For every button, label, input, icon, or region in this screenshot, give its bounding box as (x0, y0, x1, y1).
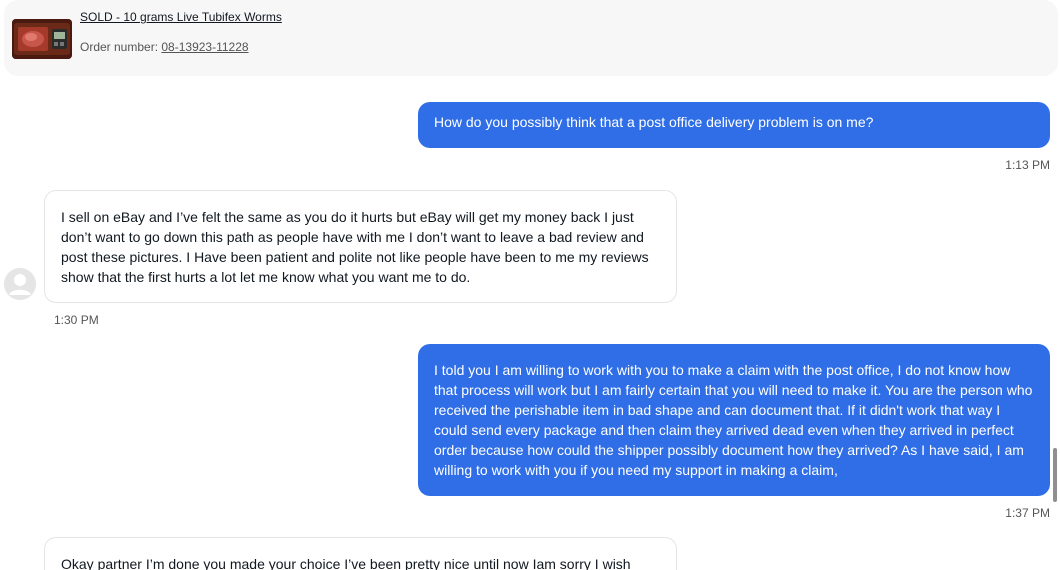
message-text: I told you I am willing to work with you… (434, 362, 1033, 478)
scrollbar-thumb[interactable] (1053, 448, 1057, 502)
message-timestamp: 1:30 PM (54, 313, 99, 327)
order-number-line: Order number: 08-13923-11228 (80, 40, 249, 54)
message-bubble-incoming: Okay partner I’m done you made your choi… (44, 537, 677, 570)
message-bubble-incoming: I sell on eBay and I’ve felt the same as… (44, 190, 677, 303)
message-timestamp: 1:13 PM (1005, 158, 1050, 172)
order-number-link[interactable]: 08-13923-11228 (161, 40, 248, 54)
order-number-label: Order number: (80, 40, 162, 54)
product-thumbnail[interactable] (12, 19, 72, 59)
message-bubble-outgoing: I told you I am willing to work with you… (418, 344, 1050, 496)
item-title-link[interactable]: SOLD - 10 grams Live Tubifex Worms (80, 10, 282, 24)
message-text: How do you possibly think that a post of… (434, 114, 874, 130)
message-text: I sell on eBay and I’ve felt the same as… (61, 209, 649, 285)
conversation-view: SOLD - 10 grams Live Tubifex Worms Order… (0, 0, 1060, 570)
item-header-card: SOLD - 10 grams Live Tubifex Worms Order… (4, 0, 1058, 76)
message-text: Okay partner I’m done you made your choi… (61, 556, 631, 570)
message-bubble-outgoing: How do you possibly think that a post of… (418, 102, 1050, 148)
message-timestamp: 1:37 PM (1005, 506, 1050, 520)
avatar-icon[interactable] (4, 268, 36, 300)
